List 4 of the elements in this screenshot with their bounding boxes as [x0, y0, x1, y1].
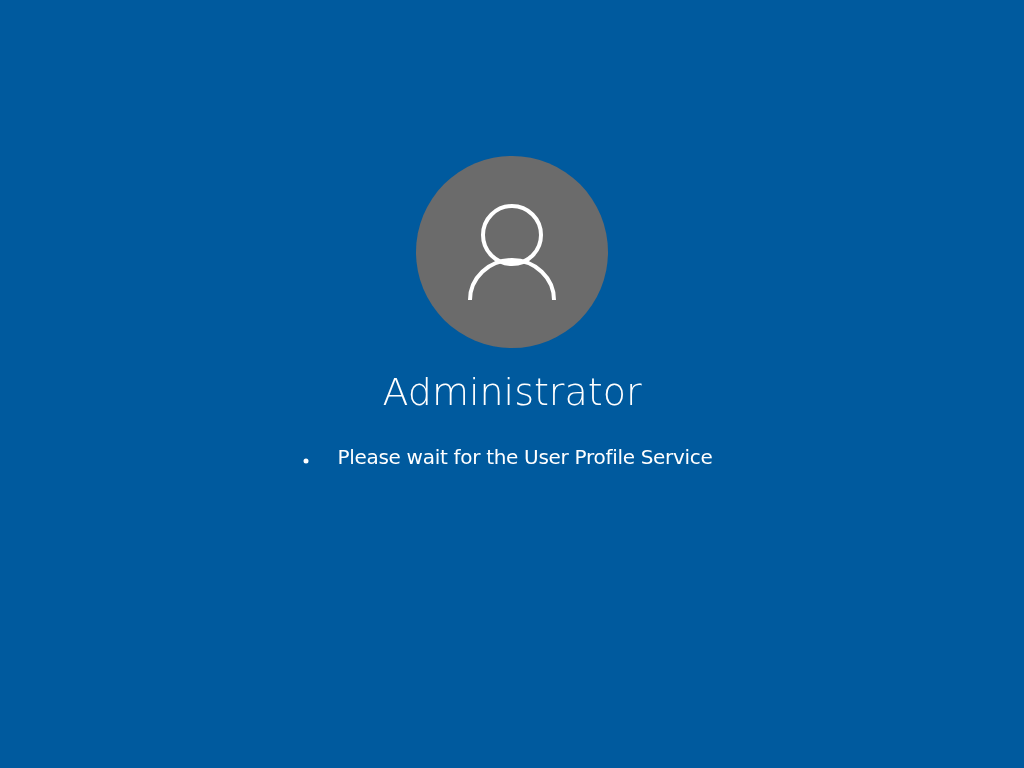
- spinner-icon: [303, 457, 310, 464]
- status-message: Please wait for the User Profile Service: [337, 443, 713, 471]
- person-icon: [467, 202, 557, 302]
- user-name: Administrator: [382, 370, 642, 416]
